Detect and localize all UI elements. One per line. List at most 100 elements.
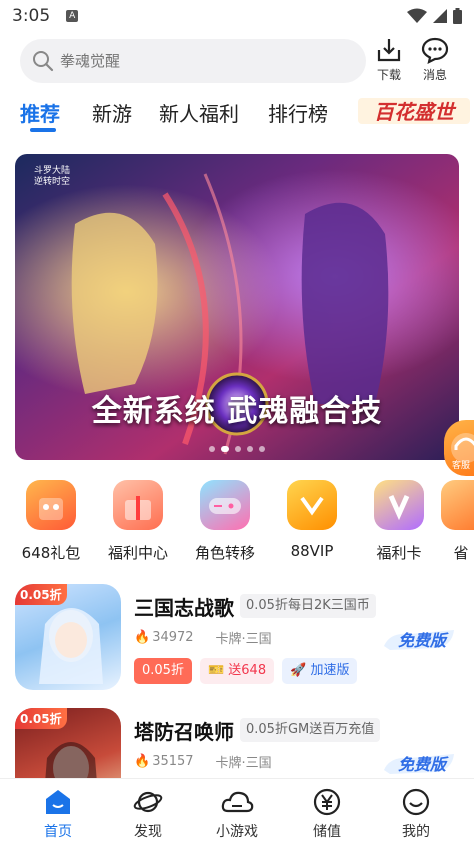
game-meta: 🔥 34972 卡牌·三国 — [134, 628, 272, 647]
download-icon — [377, 39, 401, 62]
status-bar: 3:05 A — [0, 0, 474, 32]
quick-entry-label: 省 — [453, 544, 469, 562]
discount-tag: 0.05折 — [15, 708, 67, 729]
wifi-icon — [407, 8, 427, 23]
status-icons — [407, 8, 462, 24]
game-thumbnail[interactable]: 0.05折 — [15, 584, 121, 690]
quick-entry-label: 648礼包 — [21, 544, 81, 562]
tab-active-indicator — [30, 128, 56, 132]
quick-entry-label: 福利卡 — [376, 544, 422, 562]
gift-bag-icon — [26, 480, 76, 530]
game-meta: 🔥 35157 卡牌·三国 — [134, 752, 272, 771]
notification-icon: A — [66, 10, 79, 22]
discount-chip[interactable]: 0.05折 — [134, 658, 192, 684]
game-title[interactable]: 塔防召唤师 — [134, 716, 234, 745]
carousel-dots — [15, 446, 459, 452]
fire-icon: 🔥 — [134, 754, 151, 769]
carousel-dot[interactable] — [209, 446, 215, 452]
vip-card-icon — [374, 480, 424, 530]
banner-carousel[interactable]: 斗罗大陆 逆转时空 全新系统 武魂融合技 — [15, 154, 459, 460]
discount-tag: 0.05折 — [15, 584, 67, 605]
banner-caption: 全新系统 武魂融合技 — [91, 394, 383, 429]
free-version-tag: 免费版 — [384, 754, 454, 774]
fire-icon: 🔥 — [134, 630, 151, 645]
carousel-dot[interactable] — [259, 446, 265, 452]
game-heat: 35157 — [152, 754, 194, 769]
header: 下载 消息 — [0, 36, 474, 88]
nav-label: 我的 — [402, 824, 430, 840]
carousel-dot-active[interactable] — [221, 446, 229, 452]
event-badge-text: 百花盛世 — [374, 100, 457, 124]
save-icon — [441, 480, 474, 530]
nav-label: 储值 — [313, 824, 341, 840]
nav-profile[interactable]: 我的 — [376, 787, 456, 841]
category-tabs: 推荐 新游 新人福利 排行榜 百花盛世 — [0, 92, 474, 136]
nav-discover[interactable]: 发现 — [108, 787, 188, 841]
gift-chip-label: 送648 — [228, 663, 267, 678]
message-button[interactable]: 消息 — [415, 36, 455, 83]
nav-label: 发现 — [134, 824, 162, 840]
carousel-dot[interactable] — [235, 446, 241, 452]
game-list-item[interactable]: 0.05折 三国志战歌 0.05折每日2K三国币 🔥 34972 卡牌·三国 0… — [0, 584, 474, 692]
banner-game-logo: 斗罗大陆 逆转时空 — [33, 166, 70, 187]
free-version-tag: 免费版 — [384, 630, 454, 650]
ticket-icon: 🎫 — [207, 663, 225, 678]
message-label: 消息 — [422, 68, 447, 82]
carousel-dot[interactable] — [247, 446, 253, 452]
tab-recommend[interactable]: 推荐 — [20, 98, 60, 127]
status-time: 3:05 — [12, 6, 51, 26]
customer-service-label: 客服 — [452, 461, 471, 471]
app-screen: 3:05 A 下载 消息 推荐 新游 新人福利 排行榜 百花盛世 — [0, 0, 474, 842]
yen-coin-icon — [313, 788, 341, 816]
quick-entry-label: 角色转移 — [194, 544, 255, 562]
download-button[interactable]: 下载 — [369, 36, 409, 83]
quick-entry-role-transfer[interactable]: 角色转移 — [180, 480, 270, 563]
tab-new-games[interactable]: 新游 — [92, 98, 132, 127]
speed-chip-label: 加速版 — [310, 663, 350, 678]
nav-label: 小游戏 — [216, 824, 258, 840]
rocket-icon: 🚀 — [290, 663, 307, 678]
cloud-icon — [221, 791, 254, 813]
smile-icon — [402, 788, 430, 816]
speed-chip[interactable]: 🚀 加速版 — [282, 658, 358, 684]
quick-entry-label: 88VIP — [290, 542, 334, 560]
nav-mini-games[interactable]: 小游戏 — [197, 787, 277, 841]
quick-entry-benefit-center[interactable]: 福利中心 — [93, 480, 183, 563]
tab-rankings[interactable]: 排行榜 — [268, 98, 328, 127]
nav-recharge[interactable]: 储值 — [287, 787, 367, 841]
gamepad-icon — [200, 480, 250, 530]
signal-icon — [433, 9, 447, 23]
game-category: 卡牌·三国 — [215, 632, 272, 647]
nav-home[interactable]: 首页 — [18, 787, 98, 841]
quick-entry-648-gift[interactable]: 648礼包 — [6, 480, 96, 563]
quick-entry-save[interactable]: 省 — [441, 480, 474, 563]
tab-newbie-benefits[interactable]: 新人福利 — [159, 98, 239, 127]
event-badge[interactable]: 百花盛世 — [354, 92, 474, 128]
free-version-label: 免费版 — [398, 755, 449, 774]
vip-crown-icon — [287, 480, 337, 530]
planet-icon — [133, 791, 163, 813]
customer-service-bubble[interactable]: 客服 — [444, 420, 474, 476]
message-icon — [421, 37, 449, 64]
bottom-nav: 首页 发现 小游戏 储值 我的 — [0, 778, 474, 842]
game-category: 卡牌·三国 — [215, 756, 272, 771]
search-input[interactable] — [60, 52, 320, 70]
game-promo-text: 0.05折每日2K三国币 — [240, 594, 376, 618]
download-label: 下载 — [376, 68, 401, 82]
quick-entry-row: 648礼包 福利中心 角色转移 88VIP 福利卡 省 — [0, 480, 474, 570]
quick-entry-benefit-card[interactable]: 福利卡 — [354, 480, 444, 563]
free-version-label: 免费版 — [398, 631, 449, 650]
home-icon — [46, 790, 70, 814]
nav-label: 首页 — [44, 824, 72, 840]
game-heat: 34972 — [152, 630, 194, 645]
battery-icon — [453, 8, 462, 24]
game-title[interactable]: 三国志战歌 — [134, 592, 234, 621]
search-icon — [33, 51, 54, 72]
gift-chip[interactable]: 🎫 送648 — [199, 658, 275, 684]
quick-entry-88vip[interactable]: 88VIP — [267, 480, 357, 560]
search-bar[interactable] — [20, 39, 366, 83]
gift-box-icon — [113, 480, 163, 530]
quick-entry-label: 福利中心 — [107, 544, 168, 562]
game-promo-text: 0.05折GM送百万充值 — [240, 718, 381, 742]
game-chips: 0.05折 🎫 送648 🚀 加速版 — [134, 658, 358, 684]
